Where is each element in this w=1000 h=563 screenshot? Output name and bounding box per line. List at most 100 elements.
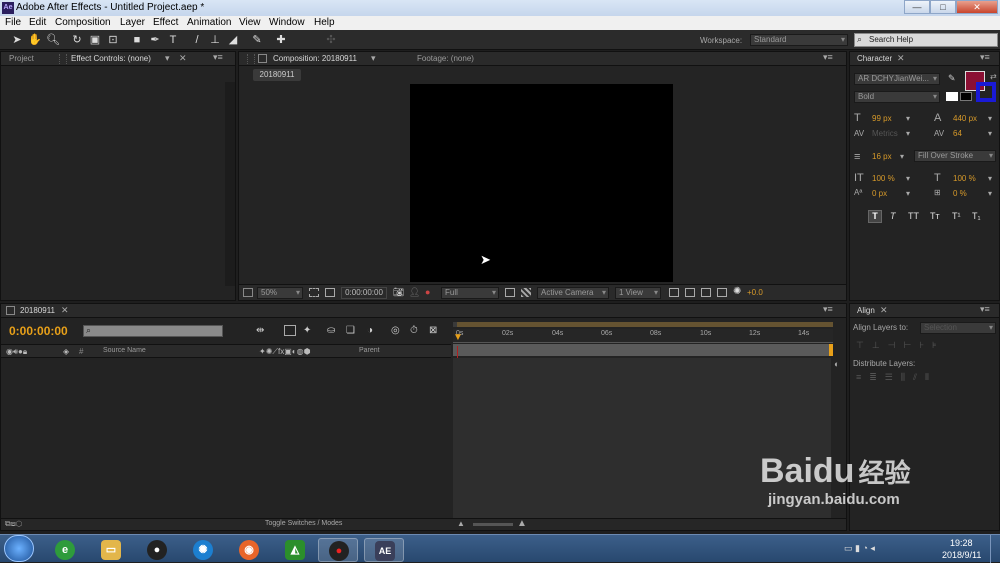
shy-icon[interactable]: ✦ (303, 325, 311, 336)
taskbar-app-after-effects[interactable]: AE (364, 538, 404, 562)
live-update-icon[interactable]: ⊠ (429, 325, 437, 336)
taskbar-app-recorder[interactable]: ● (318, 538, 358, 562)
tab-footage[interactable]: Footage: (none) (417, 54, 474, 63)
magnification-select[interactable]: 50% (257, 287, 303, 299)
camera-tool-icon[interactable]: ▣ (88, 33, 102, 47)
search-help-input[interactable]: Search Help (854, 33, 998, 47)
panel-grip[interactable] (59, 54, 67, 64)
lock-icon[interactable] (258, 54, 267, 63)
zoom-in-icon[interactable]: ▲ (517, 518, 527, 529)
snapshot-icon[interactable]: 📷︎ (393, 287, 404, 298)
faux-italic-button[interactable]: T (890, 211, 896, 221)
menu-composition[interactable]: Composition (55, 17, 111, 28)
time-ruler[interactable]: 0s 02s 04s 06s 08s 10s 12s 14s (453, 329, 833, 343)
current-time[interactable]: 0:00:00:00 (341, 287, 387, 299)
zoom-tool-icon[interactable]: 🔍︎ (46, 33, 60, 47)
taskbar-app-explorer[interactable]: ▭ (91, 538, 131, 562)
menu-file[interactable]: File (5, 17, 21, 28)
motion-blur-icon[interactable]: ❏ (346, 325, 355, 336)
exposure-value[interactable]: +0.0 (747, 288, 763, 297)
horizontal-scale-value[interactable]: 100 % (953, 174, 976, 183)
work-area-bar[interactable] (453, 344, 829, 356)
mask-visibility-icon[interactable] (325, 288, 335, 297)
start-button[interactable] (4, 535, 34, 562)
work-area-end-handle[interactable] (829, 344, 833, 356)
tab-close-icon[interactable]: ✕ (61, 305, 69, 316)
taskbar-app-player[interactable]: ✺ (183, 538, 223, 562)
tab-timeline-comp[interactable]: 20180911 (20, 306, 55, 315)
current-time-indicator-icon[interactable]: ▼ (453, 332, 463, 343)
white-swatch[interactable] (946, 92, 958, 101)
dropdown-arrow-icon[interactable]: ▾ (988, 189, 992, 198)
always-preview-icon[interactable] (243, 288, 253, 297)
tab-close-icon[interactable]: ✕ (897, 53, 905, 64)
brainstorm-icon[interactable]: ◑ (367, 325, 373, 336)
tab-align[interactable]: Align (857, 306, 875, 315)
small-caps-button[interactable]: Tт (930, 211, 940, 221)
tab-character[interactable]: Character (857, 54, 892, 63)
menu-view[interactable]: View (239, 17, 261, 28)
tab-dropdown-icon[interactable]: ▾ (371, 53, 376, 64)
tracking-value[interactable]: 64 (953, 129, 962, 138)
panel-grip[interactable] (247, 54, 255, 64)
stroke-width-value[interactable]: 16 px (872, 152, 892, 161)
stroke-mode-select[interactable]: Fill Over Stroke (914, 150, 996, 162)
tab-effect-controls[interactable]: Effect Controls: (none) (71, 54, 151, 63)
tsume-value[interactable]: 0 % (953, 189, 967, 198)
comp-mini-flowchart-icon[interactable]: ⇹ (256, 325, 264, 336)
grid-icon[interactable] (309, 288, 319, 297)
tab-close-icon[interactable]: ✕ (179, 53, 187, 64)
scrollbar[interactable] (225, 82, 235, 286)
work-area-range[interactable] (457, 322, 833, 327)
tab-composition[interactable]: Composition: 20180911 (273, 54, 357, 63)
menu-help[interactable]: Help (314, 17, 335, 28)
superscript-button[interactable]: T¹ (952, 211, 961, 221)
source-name-header[interactable]: Source Name (103, 347, 146, 354)
zoom-out-icon[interactable]: ▲ (457, 519, 465, 528)
puppet-pin-tool-icon[interactable]: ✚ (274, 33, 288, 47)
show-desktop-button[interactable] (990, 535, 1000, 563)
brush-tool-icon[interactable]: / (190, 33, 204, 47)
dropdown-arrow-icon[interactable]: ▾ (988, 129, 992, 138)
subscript-button[interactable]: T₁ (972, 211, 981, 221)
taskbar-app-generic[interactable]: ◭ (275, 538, 315, 562)
pen-tool-icon[interactable]: ✒ (148, 33, 162, 47)
all-caps-button[interactable]: TT (908, 211, 919, 221)
parent-header[interactable]: Parent (359, 347, 380, 354)
workspace-select[interactable]: Standard (750, 34, 848, 46)
align-buttons-icons[interactable]: ⊤⊥⊣⊢⊦⊧ (856, 340, 945, 351)
dropdown-arrow-icon[interactable]: ▾ (900, 152, 904, 161)
eraser-tool-icon[interactable]: ◢ (226, 33, 240, 47)
type-tool-icon[interactable]: T (166, 33, 180, 47)
resolution-select[interactable]: Full (441, 287, 499, 299)
auto-keyframe-icon[interactable]: ◎ (391, 325, 400, 336)
taskbar-app-qq[interactable]: ● (137, 538, 177, 562)
channel-icon[interactable]: ● (425, 287, 430, 297)
distribute-buttons-icons[interactable]: ≡≣☰⫼⫽⦀ (856, 372, 937, 383)
dropdown-arrow-icon[interactable]: ▾ (906, 174, 910, 183)
flowchart-icon[interactable] (717, 288, 727, 297)
tab-dropdown-icon[interactable]: ▾ (165, 53, 170, 64)
minimize-button[interactable]: — (904, 0, 930, 14)
taskbar-app-browser[interactable]: e (45, 538, 85, 562)
panel-menu-icon[interactable]: ▾≡ (980, 304, 990, 315)
fast-previews-icon[interactable] (685, 288, 695, 297)
layer-search-input[interactable] (83, 325, 223, 337)
region-of-interest-icon[interactable] (505, 288, 515, 297)
tray-icons[interactable]: ▭ ▮ ◔ ◂ (844, 543, 875, 554)
clone-stamp-tool-icon[interactable]: ⊥ (208, 33, 222, 47)
kerning-value[interactable]: Metrics (872, 129, 898, 138)
font-family-select[interactable]: AR DCHYJianWei... (854, 73, 940, 85)
panel-menu-icon[interactable]: ▾≡ (213, 52, 223, 63)
comp-button-icon[interactable]: ◐ (834, 359, 839, 369)
hand-tool-icon[interactable]: ✋ (28, 33, 42, 47)
font-style-select[interactable]: Bold (854, 91, 940, 103)
toggle-switches-modes-button[interactable]: Toggle Switches / Modes (265, 520, 342, 527)
toggle-pixel-aspect-icon[interactable] (669, 288, 679, 297)
roto-brush-tool-icon[interactable]: ✎ (250, 33, 264, 47)
dropdown-arrow-icon[interactable]: ▾ (988, 114, 992, 123)
composition-canvas[interactable] (410, 84, 673, 282)
leading-value[interactable]: 440 px (953, 114, 977, 123)
transparency-grid-icon[interactable] (521, 288, 531, 297)
dropdown-arrow-icon[interactable]: ▾ (906, 129, 910, 138)
